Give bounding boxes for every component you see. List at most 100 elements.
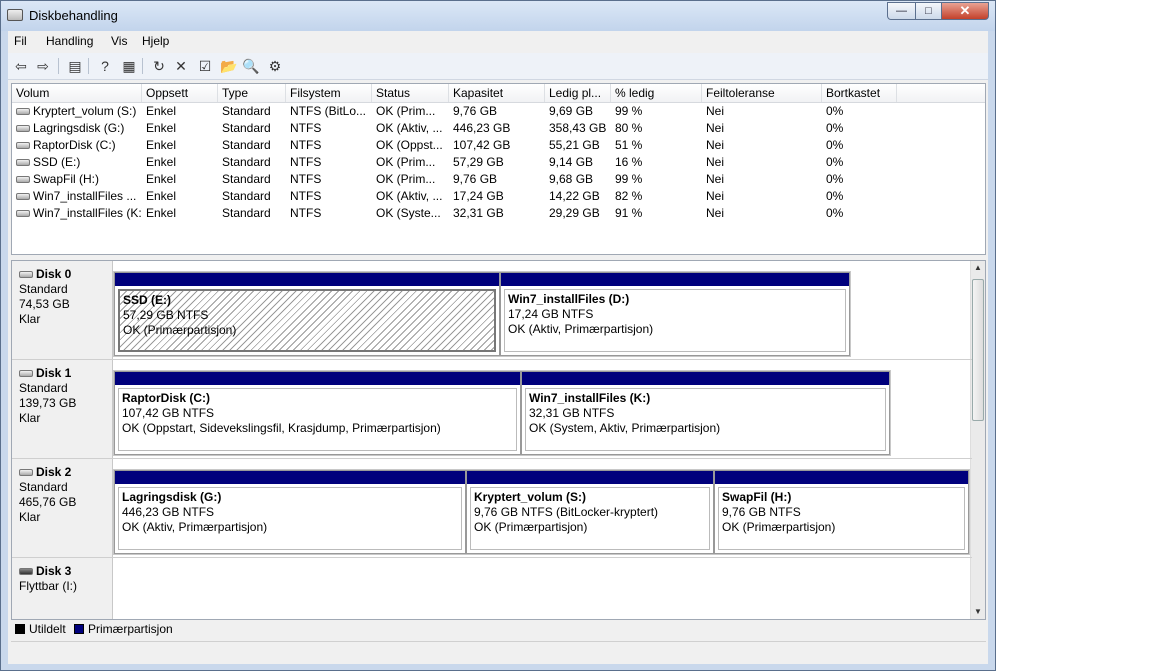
- col-overhead-cell: 0%: [826, 104, 844, 118]
- scroll-up-icon[interactable]: ▲: [971, 261, 985, 275]
- col-filesystem-cell: NTFS (BitLo...: [290, 104, 367, 118]
- delete-icon[interactable]: ✕: [172, 57, 190, 75]
- disk-label-2[interactable]: Disk 2 Standard 465,76 GB Klar: [12, 459, 113, 557]
- col-capacity-cell: 9,76 GB: [453, 172, 498, 186]
- drive-icon: [16, 176, 30, 184]
- properties-pane-icon[interactable]: ▦: [120, 57, 138, 75]
- disk-icon: [19, 469, 33, 477]
- back-arrow-icon[interactable]: ⇦: [12, 57, 30, 75]
- partition-type-bar: [467, 471, 713, 484]
- col-free-space-header[interactable]: Ledig pl...: [545, 84, 611, 102]
- scroll-down-icon[interactable]: ▼: [971, 605, 985, 619]
- disk-info-line: 139,73 GB: [19, 396, 77, 410]
- col-free-space-cell: 9,14 GB: [549, 155, 594, 169]
- col-filesystem-cell: NTFS: [290, 138, 322, 152]
- col-volume-cell: Win7_installFiles (K:): [12, 205, 142, 222]
- disk-label-3[interactable]: Disk 3 Flyttbar (I:): [12, 558, 113, 619]
- col-layout-cell: Enkel: [146, 172, 177, 186]
- search-icon[interactable]: 🔍: [242, 57, 260, 75]
- volume-name: Kryptert_volum (S:): [33, 104, 137, 118]
- drive-icon: [16, 159, 30, 167]
- col-percent-free-cell: 99 %: [615, 104, 643, 118]
- drive-icon: [16, 193, 30, 201]
- window-title: Diskbehandling: [29, 8, 118, 23]
- partition-block[interactable]: Win7_installFiles (K:) 32,31 GB NTFS OK (S…: [521, 371, 890, 455]
- volume-row[interactable]: Lagringsdisk (G:) Enkel Standard NTFS OK (Ak…: [12, 120, 985, 137]
- col-fault-tolerance-cell: Nei: [706, 104, 725, 118]
- col-type-header[interactable]: Type: [218, 84, 286, 102]
- partition-block[interactable]: SwapFil (H:) 9,76 GB NTFS OK (Primærpartis…: [714, 470, 969, 554]
- open-folder-icon[interactable]: 📂: [220, 57, 238, 75]
- partition-body: Lagringsdisk (G:) 446,23 GB NTFS OK (Aktiv…: [118, 487, 462, 550]
- col-filesystem-cell: NTFS: [290, 206, 322, 220]
- partition-block[interactable]: Win7_installFiles (D:) 17,24 GB NTFS OK (A…: [500, 272, 850, 356]
- volume-row[interactable]: Win7_installFiles (K:) Enkel Standard NTFS O…: [12, 205, 985, 222]
- col-free-space-cell: 9,68 GB: [549, 172, 594, 186]
- col-status-cell: OK (Prim...: [376, 104, 436, 118]
- col-layout-header[interactable]: Oppsett: [142, 84, 218, 102]
- volume-list[interactable]: Volum Oppsett Type Filsystem Status Kapasitet…: [11, 83, 986, 255]
- properties-icon[interactable]: ☑: [196, 57, 214, 75]
- volume-row[interactable]: SwapFil (H:) Enkel Standard NTFS OK (Prim...…: [12, 171, 985, 188]
- partition-block[interactable]: Kryptert_volum (S:) 9,76 GB NTFS (BitLock…: [466, 470, 714, 554]
- legend-primary-label: Primærpartisjon: [88, 622, 173, 636]
- drive-icon: [16, 108, 30, 116]
- col-percent-free-cell: 16 %: [615, 155, 643, 169]
- menu-help[interactable]: Hjelp: [142, 34, 169, 48]
- disk-label-0[interactable]: Disk 0 Standard 74,53 GB Klar: [12, 261, 113, 359]
- col-free-space-cell: 55,21 GB: [549, 138, 600, 152]
- disk-info-line: Klar: [19, 411, 41, 425]
- disk-graphical-view[interactable]: ▲ ▼ Disk 0 Standard 74,53 GB Klar SSD (E:) 57…: [11, 260, 986, 620]
- col-free-space-cell: 29,29 GB: [549, 206, 600, 220]
- partition-block[interactable]: RaptorDisk (C:) 107,42 GB NTFS OK (Oppstar…: [114, 371, 521, 455]
- partition-type-bar: [522, 372, 889, 385]
- col-fault-tolerance-cell: Nei: [706, 206, 725, 220]
- col-type-cell: Standard: [222, 121, 271, 135]
- partition-block[interactable]: Lagringsdisk (G:) 446,23 GB NTFS OK (Aktiv…: [114, 470, 466, 554]
- col-fault-tolerance-header[interactable]: Feiltoleranse: [702, 84, 822, 102]
- volume-row[interactable]: SSD (E:) Enkel Standard NTFS OK (Prim... 57,2…: [12, 154, 985, 171]
- volume-name: RaptorDisk (C:): [33, 138, 116, 152]
- col-free-space-cell: 358,43 GB: [549, 121, 607, 135]
- title-bar[interactable]: Diskbehandling — □ ✕: [1, 1, 995, 31]
- col-capacity-header[interactable]: Kapasitet: [449, 84, 545, 102]
- col-status-cell: OK (Prim...: [376, 155, 436, 169]
- disk-icon: [19, 370, 33, 378]
- col-percent-free-cell: 99 %: [615, 172, 643, 186]
- col-overhead-cell: 0%: [826, 138, 844, 152]
- partition-size: 9,76 GB NTFS: [722, 505, 801, 519]
- disk-row-separator: [12, 359, 972, 360]
- partition-size: 446,23 GB NTFS: [122, 505, 215, 519]
- col-overhead-cell: 0%: [826, 155, 844, 169]
- col-layout-cell: Enkel: [146, 138, 177, 152]
- col-status-cell: OK (Oppst...: [376, 138, 443, 152]
- menu-file[interactable]: Fil: [14, 34, 27, 48]
- forward-arrow-icon[interactable]: ⇨: [34, 57, 52, 75]
- vertical-scrollbar[interactable]: ▲ ▼: [970, 261, 985, 619]
- scroll-thumb[interactable]: [972, 279, 984, 421]
- partition-status: OK (Primærpartisjon): [123, 323, 237, 337]
- menu-view[interactable]: Vis: [111, 34, 127, 48]
- col-status-header[interactable]: Status: [372, 84, 449, 102]
- close-button[interactable]: ✕: [941, 2, 989, 20]
- disk-label-1[interactable]: Disk 1 Standard 139,73 GB Klar: [12, 360, 113, 458]
- col-volume-header[interactable]: Volum: [12, 84, 142, 102]
- col-fault-tolerance-cell: Nei: [706, 172, 725, 186]
- col-overhead-header[interactable]: Bortkastet: [822, 84, 897, 102]
- partition-block[interactable]: SSD (E:) 57,29 GB NTFS OK (Primærpartisjon…: [114, 272, 500, 356]
- col-percent-free-header[interactable]: % ledig: [611, 84, 702, 102]
- refresh-icon[interactable]: ↻: [150, 57, 168, 75]
- col-filesystem-cell: NTFS: [290, 155, 322, 169]
- volume-row[interactable]: Kryptert_volum (S:) Enkel Standard NTFS (Bi…: [12, 103, 985, 120]
- menu-action[interactable]: Handling: [46, 34, 93, 48]
- volume-row[interactable]: RaptorDisk (C:) Enkel Standard NTFS OK (Opps…: [12, 137, 985, 154]
- col-filesystem-header[interactable]: Filsystem: [286, 84, 372, 102]
- minimize-button[interactable]: —: [887, 2, 916, 20]
- settings-icon[interactable]: ⚙: [266, 57, 284, 75]
- maximize-button[interactable]: □: [915, 2, 942, 20]
- toolbar-separator: [58, 58, 59, 74]
- partition-body: SSD (E:) 57,29 GB NTFS OK (Primærpartisjon…: [118, 289, 496, 352]
- volume-row[interactable]: Win7_installFiles ... Enkel Standard NTFS OK…: [12, 188, 985, 205]
- show-hide-console-tree-icon[interactable]: ▤: [66, 57, 84, 75]
- help-icon[interactable]: ?: [96, 57, 114, 75]
